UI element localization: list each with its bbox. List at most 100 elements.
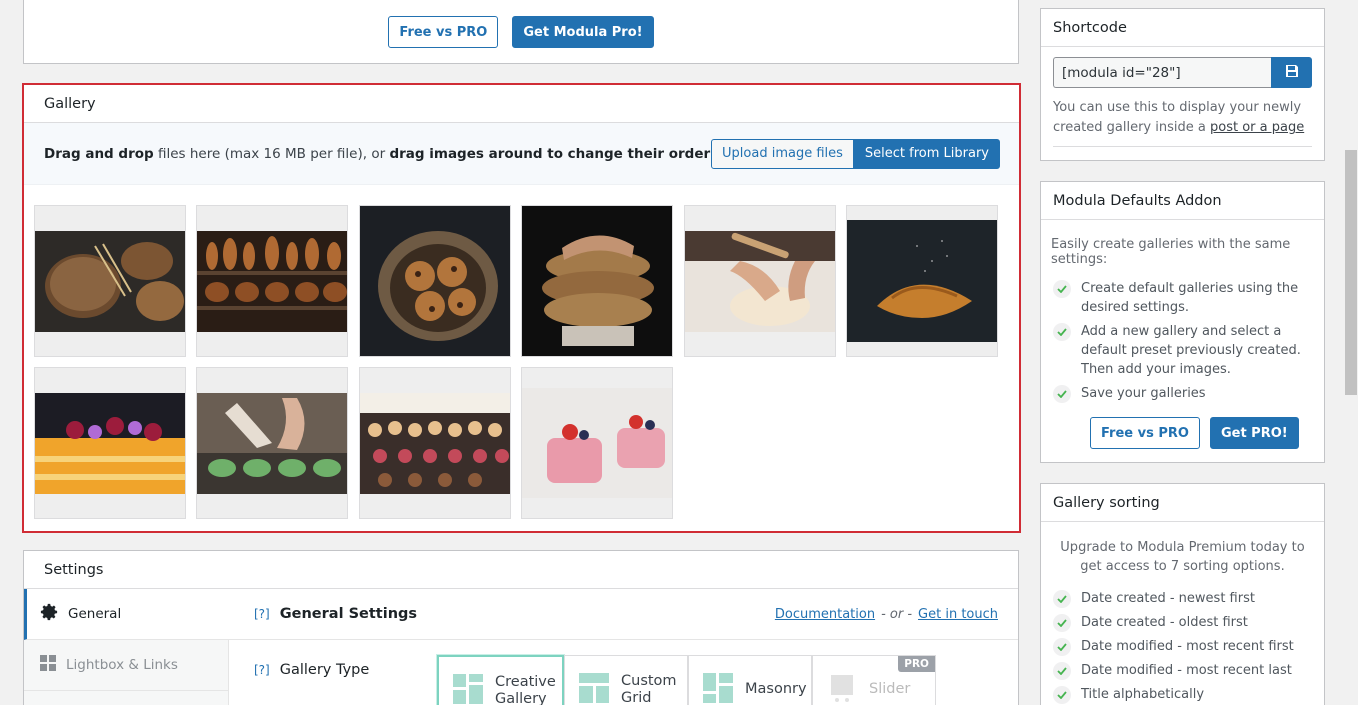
sorting-option-text: Date modified - most recent first bbox=[1081, 639, 1294, 654]
general-settings-header: [?] General Settings Documentation - or -… bbox=[229, 589, 1018, 640]
sorting-title: Gallery sorting bbox=[1041, 484, 1324, 522]
save-icon bbox=[1285, 64, 1299, 82]
check-icon bbox=[1053, 638, 1071, 656]
check-icon bbox=[1053, 614, 1071, 632]
gallery-panel: Gallery Drag and drop files here (max 16… bbox=[22, 83, 1021, 533]
gallery-image-rustic-bread[interactable] bbox=[34, 205, 186, 357]
defaults-addon-title: Modula Defaults Addon bbox=[1041, 182, 1324, 220]
gallery-image-stacked-bread[interactable] bbox=[521, 205, 673, 357]
defaults-get-pro-button[interactable]: Get PRO! bbox=[1209, 417, 1299, 449]
upload-image-files-button[interactable]: Upload image files bbox=[711, 138, 854, 169]
list-item: Date created - oldest first bbox=[1053, 613, 1319, 632]
gallery-image-croissants[interactable] bbox=[846, 205, 998, 357]
sorting-option-text: Date created - newest first bbox=[1081, 591, 1255, 606]
gallery-type-custom-grid[interactable]: Custom Grid bbox=[564, 655, 688, 705]
defaults-feature-list: Create default galleries using the desir… bbox=[1053, 279, 1319, 403]
feature-text: Save your galleries bbox=[1081, 386, 1206, 401]
general-settings-title: General Settings bbox=[279, 606, 418, 622]
gallery-type-text: Gallery Type bbox=[279, 662, 370, 678]
gallery-image-mousse-cakes[interactable] bbox=[521, 367, 673, 519]
check-icon bbox=[1053, 280, 1071, 298]
upload-button-group: Upload image files Select from Library bbox=[711, 138, 1000, 169]
scrollbar-thumb[interactable] bbox=[1345, 150, 1357, 395]
gallery-sorting-box: Gallery sorting Upgrade to Modula Premiu… bbox=[1040, 483, 1325, 705]
slider-icon bbox=[827, 673, 857, 705]
gallery-type-label: [?] Gallery Type bbox=[254, 662, 369, 678]
gallery-type-creative[interactable]: Creative Gallery bbox=[437, 655, 564, 705]
check-icon bbox=[1053, 385, 1071, 403]
gallery-title: Gallery bbox=[24, 85, 1019, 123]
list-item: Create default galleries using the desir… bbox=[1053, 279, 1319, 317]
get-in-touch-link[interactable]: Get in touch bbox=[918, 607, 998, 622]
defaults-addon-box: Modula Defaults Addon Easily create gall… bbox=[1040, 181, 1325, 463]
shortcode-description: You can use this to display your newly c… bbox=[1053, 98, 1312, 147]
sorting-option-text: Title alphabetically bbox=[1081, 687, 1205, 702]
settings-tabs: General Lightbox & Links bbox=[24, 589, 229, 705]
creative-gallery-icon bbox=[453, 674, 483, 705]
shortcode-input[interactable]: [modula id="28"] bbox=[1053, 57, 1271, 88]
custom-grid-icon bbox=[579, 673, 609, 705]
select-from-library-button[interactable]: Select from Library bbox=[853, 138, 1000, 169]
tab-lightbox-links[interactable]: Lightbox & Links bbox=[24, 640, 228, 691]
gallery-type-row: [?] Gallery Type Creative Gallery Custom G… bbox=[229, 640, 1018, 705]
modula-gallery-editor: Free vs PRO Get Modula Pro! Gallery Drag… bbox=[0, 0, 1358, 705]
free-vs-pro-button[interactable]: Free vs PRO bbox=[388, 16, 499, 48]
post-or-page-link[interactable]: post or a page bbox=[1210, 120, 1304, 135]
creative-line1: Creative bbox=[495, 674, 556, 690]
documentation-link[interactable]: Documentation bbox=[775, 607, 875, 622]
gallery-type-slider[interactable]: Slider PRO bbox=[812, 655, 936, 705]
creative-line2: Gallery bbox=[495, 691, 547, 705]
get-modula-pro-button[interactable]: Get Modula Pro! bbox=[512, 16, 654, 48]
list-item: Date modified - most recent last bbox=[1053, 661, 1319, 680]
custom-line2: Grid bbox=[621, 690, 652, 705]
list-item: Add a new gallery and select a default p… bbox=[1053, 322, 1319, 379]
grid-icon bbox=[40, 655, 56, 675]
slider-label: Slider bbox=[869, 681, 911, 697]
settings-panel: Settings General Lightbox & Links [?] Ge… bbox=[23, 550, 1019, 705]
check-icon bbox=[1053, 590, 1071, 608]
check-icon bbox=[1053, 323, 1071, 341]
gear-icon bbox=[40, 603, 58, 625]
settings-title: Settings bbox=[24, 551, 1018, 589]
defaults-free-vs-pro-button[interactable]: Free vs PRO bbox=[1090, 417, 1200, 449]
shortcode-title: Shortcode bbox=[1041, 9, 1324, 47]
gallery-image-piping-macarons[interactable] bbox=[196, 367, 348, 519]
gallery-type-masonry[interactable]: Masonry bbox=[688, 655, 812, 705]
gallery-image-pastry-display[interactable] bbox=[359, 367, 511, 519]
dropzone-bar[interactable]: Drag and drop files here (max 16 MB per … bbox=[24, 123, 1019, 185]
feature-text: Add a new gallery and select a default p… bbox=[1081, 324, 1301, 377]
gallery-image-fruit-pastry[interactable] bbox=[34, 367, 186, 519]
list-item: Save your galleries bbox=[1053, 384, 1319, 403]
sorting-options-list: Date created - newest first Date created… bbox=[1053, 589, 1319, 704]
gallery-type-options: Creative Gallery Custom Grid Masonry Slide… bbox=[437, 655, 936, 705]
help-link[interactable]: [?] bbox=[254, 607, 270, 621]
feature-text: Create default galleries using the desir… bbox=[1081, 281, 1299, 315]
tab-lightbox-label: Lightbox & Links bbox=[66, 657, 178, 673]
drop-text-bold-2: drag images around to change their order bbox=[389, 145, 711, 162]
gallery-image-bread-shelves[interactable] bbox=[196, 205, 348, 357]
check-icon bbox=[1053, 686, 1071, 704]
or-separator: - or - bbox=[881, 606, 913, 622]
dropzone-text: Drag and drop files here (max 16 MB per … bbox=[44, 146, 710, 162]
defaults-buttons: Free vs PRO Get PRO! bbox=[1090, 417, 1324, 449]
gallery-image-kneading-dough[interactable] bbox=[684, 205, 836, 357]
list-item: Title alphabetically bbox=[1053, 685, 1319, 704]
header-links: Documentation - or - Get in touch bbox=[775, 607, 998, 622]
gallery-type-help[interactable]: [?] bbox=[254, 663, 270, 677]
copy-shortcode-button[interactable] bbox=[1271, 57, 1312, 88]
list-item: Date created - newest first bbox=[1053, 589, 1319, 608]
tab-general-label: General bbox=[68, 606, 122, 622]
upsell-box: Free vs PRO Get Modula Pro! bbox=[23, 0, 1019, 64]
drop-text-bold: Drag and drop bbox=[44, 145, 154, 162]
masonry-icon bbox=[703, 673, 733, 705]
check-icon bbox=[1053, 662, 1071, 680]
defaults-intro: Easily create galleries with the same se… bbox=[1051, 237, 1291, 267]
sorting-option-text: Date modified - most recent last bbox=[1081, 663, 1292, 678]
masonry-label: Masonry bbox=[745, 681, 807, 697]
list-item: Date modified - most recent first bbox=[1053, 637, 1319, 656]
drop-text-mid: files here (max 16 MB per file), or bbox=[153, 145, 390, 162]
shortcode-box: Shortcode [modula id="28"] You can use t… bbox=[1040, 8, 1325, 161]
tab-general[interactable]: General bbox=[24, 589, 229, 640]
gallery-image-cookies[interactable] bbox=[359, 205, 511, 357]
sorting-option-text: Date created - oldest first bbox=[1081, 615, 1248, 630]
